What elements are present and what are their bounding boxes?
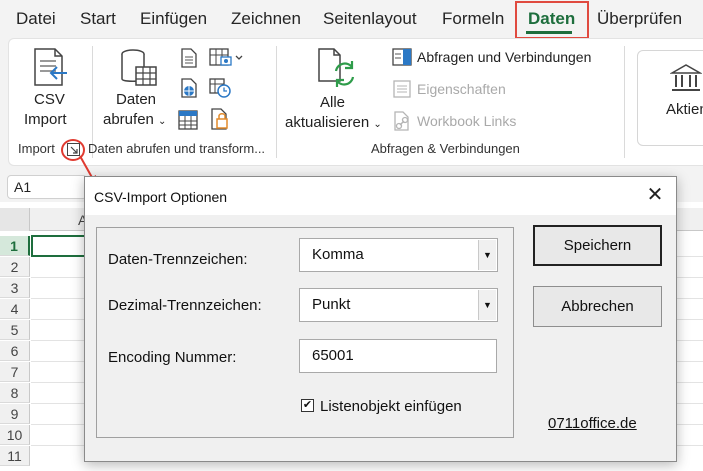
csv-import-icon [34, 48, 67, 86]
daten-label: Daten [116, 91, 157, 108]
save-button[interactable]: Speichern [533, 225, 662, 266]
row-header[interactable]: 3 [0, 278, 30, 298]
menu-datei[interactable]: Datei [16, 9, 56, 29]
from-text-icon[interactable] [180, 48, 198, 68]
refresh-all-icon [318, 48, 355, 87]
listobject-label[interactable]: Listenobjekt einfügen [320, 398, 462, 415]
daten-tab-highlight [515, 1, 589, 39]
dialog-title: CSV-Import Optionen [94, 189, 228, 205]
group-separator [624, 46, 625, 158]
from-picture-icon[interactable] [209, 47, 243, 69]
chevron-down-icon[interactable]: ▼ [478, 290, 496, 320]
row-header[interactable]: 8 [0, 383, 30, 403]
row-header[interactable]: 7 [0, 362, 30, 382]
row-header[interactable]: 2 [0, 257, 30, 277]
row-header[interactable]: 6 [0, 341, 30, 361]
row-header[interactable]: 5 [0, 320, 30, 340]
row-header[interactable]: 11 [0, 446, 30, 466]
row-header[interactable]: 1 [0, 236, 30, 256]
menu-ueberpruefen[interactable]: Überprüfen [597, 9, 682, 29]
menu-bar: Datei Start Einfügen Zeichnen Seitenlayo… [0, 0, 703, 39]
alle-label: Alle [320, 94, 346, 111]
listobject-checkbox[interactable]: ✔ [301, 399, 314, 412]
encoding-label: Encoding Nummer: [108, 349, 237, 366]
delimiter-value: Komma [312, 246, 364, 263]
group-separator [276, 46, 277, 158]
import-label: Import [24, 111, 67, 128]
menu-einfuegen[interactable]: Einfügen [140, 9, 207, 29]
group-daten-label: Daten abrufen und transform... [88, 141, 266, 156]
decimal-select[interactable]: Punkt ▼ [299, 288, 498, 322]
workbook-links-icon [394, 111, 409, 131]
existing-connections-icon[interactable] [210, 108, 230, 130]
csv-import-dialog: CSV-Import Optionen ✕ Daten-Trennzeichen… [84, 176, 677, 462]
menu-formeln[interactable]: Formeln [442, 9, 504, 29]
chevron-down-icon[interactable]: ▼ [478, 240, 496, 270]
row-header[interactable]: 4 [0, 299, 30, 319]
group-import-label: Import [18, 141, 55, 156]
aktualisieren-label: aktualisieren ⌄ [285, 114, 382, 131]
encoding-input[interactable]: 65001 [299, 339, 497, 373]
eigenschaften-label: Eigenschaften [417, 81, 506, 97]
menu-seitenlayout[interactable]: Seitenlayout [323, 9, 417, 29]
row-header[interactable]: 10 [0, 425, 30, 445]
group-abfragen-label: Abfragen & Verbindungen [371, 141, 520, 156]
menu-zeichnen[interactable]: Zeichnen [231, 9, 301, 29]
decimal-label: Dezimal-Trennzeichen: [108, 297, 262, 314]
website-link[interactable]: 0711office.de [548, 415, 637, 432]
select-all-corner[interactable] [0, 208, 30, 231]
bank-icon [670, 64, 702, 91]
name-box[interactable]: A1 [7, 175, 87, 199]
from-table-icon[interactable] [178, 110, 198, 130]
decimal-value: Punkt [312, 296, 351, 313]
database-table-icon [121, 49, 157, 86]
properties-icon [393, 80, 411, 98]
workbook-links-label: Workbook Links [417, 113, 517, 129]
aktien-label: Aktien [666, 101, 703, 118]
cancel-button[interactable]: Abbrechen [533, 286, 662, 327]
aktien-button[interactable]: Aktien [637, 50, 703, 146]
menu-start[interactable]: Start [80, 9, 116, 29]
delimiter-select[interactable]: Komma ▼ [299, 238, 498, 272]
delimiter-label: Daten-Trennzeichen: [108, 251, 248, 268]
recent-sources-icon[interactable] [209, 78, 231, 98]
from-web-icon[interactable] [180, 78, 198, 98]
encoding-value: 65001 [312, 347, 354, 364]
row-header[interactable]: 9 [0, 404, 30, 424]
abfragen-verbindungen-label: Abfragen und Verbindungen [417, 49, 592, 65]
csv-label: CSV [34, 91, 65, 108]
queries-panel-icon [392, 48, 412, 66]
dialog-titlebar[interactable]: CSV-Import Optionen ✕ [85, 177, 676, 215]
close-icon[interactable]: ✕ [643, 184, 667, 208]
abrufen-label: abrufen ⌄ [103, 111, 167, 128]
